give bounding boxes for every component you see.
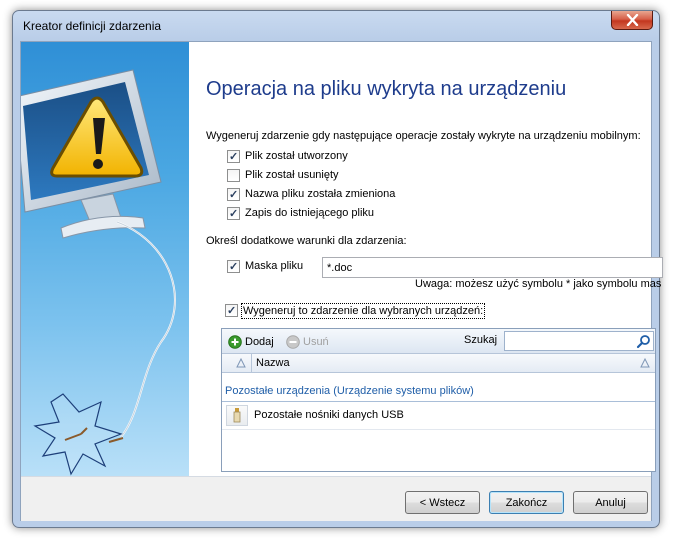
page-title: Operacja na pliku wykryta na urządzeniu — [206, 78, 567, 100]
checkbox-file-deleted[interactable] — [227, 169, 240, 182]
wizard-footer: < Wstecz Zakończ Anuluj — [21, 476, 651, 521]
search-label: Szukaj — [464, 334, 498, 346]
close-button[interactable] — [611, 11, 653, 30]
remove-icon — [286, 334, 300, 349]
remove-button[interactable]: Usuń — [286, 333, 329, 350]
add-button[interactable]: Dodaj — [228, 333, 274, 350]
file-mask-field[interactable] — [322, 257, 663, 278]
device-list-panel: Dodaj Usuń Szukaj Nazwa Pozostałe urządz… — [221, 328, 656, 472]
table-row[interactable]: Pozostałe nośniki danych USB — [222, 402, 655, 430]
checkbox-selected-devices[interactable]: ✓ — [225, 304, 238, 317]
checkbox-file-write-label[interactable]: Zapis do istniejącego pliku — [245, 207, 374, 219]
search-icon[interactable] — [636, 334, 651, 349]
checkbox-file-deleted-label[interactable]: Plik został usunięty — [245, 169, 339, 181]
remove-button-label: Usuń — [303, 335, 329, 348]
intro-text: Wygeneruj zdarzenie gdy następujące oper… — [206, 130, 641, 142]
checkbox-file-write[interactable]: ✓ — [227, 207, 240, 220]
window-title: Kreator definicji zdarzenia — [23, 19, 162, 33]
device-group-header[interactable]: Pozostałe urządzenia (Urządzenie systemu… — [222, 385, 655, 402]
checkbox-file-created-label[interactable]: Plik został utworzony — [245, 150, 348, 162]
column-header-name[interactable]: Nazwa — [256, 357, 290, 369]
sort-icon[interactable] — [640, 358, 650, 368]
file-mask-label[interactable]: Maska pliku — [245, 260, 303, 272]
wizard-client-area: Operacja na pliku wykryta na urządzeniu … — [20, 41, 663, 521]
checkbox-file-created[interactable]: ✓ — [227, 150, 240, 163]
search-field[interactable] — [504, 331, 654, 351]
search-input[interactable] — [505, 332, 633, 350]
mask-hint: Uwaga: możesz użyć symbolu * jako symbol… — [415, 278, 662, 290]
device-toolbar: Dodaj Usuń Szukaj — [222, 329, 655, 354]
close-icon — [626, 14, 638, 26]
file-mask-input[interactable] — [323, 258, 662, 277]
usb-drive-icon — [226, 405, 248, 426]
wizard-page: Operacja na pliku wykryta na urządzeniu … — [189, 42, 663, 476]
device-name: Pozostałe nośniki danych USB — [254, 409, 404, 421]
title-bar[interactable]: Kreator definicji zdarzenia — [13, 11, 659, 41]
add-button-label: Dodaj — [245, 335, 274, 348]
wizard-window: Kreator definicji zdarzenia Operacja na … — [12, 10, 663, 528]
sort-icon[interactable] — [236, 358, 246, 368]
add-icon — [228, 334, 242, 349]
device-table-header: Nazwa — [222, 354, 655, 373]
checkbox-file-renamed-label[interactable]: Nazwa pliku została zmieniona — [245, 188, 395, 200]
back-button[interactable]: < Wstecz — [405, 491, 480, 514]
finish-button[interactable]: Zakończ — [489, 491, 564, 514]
cancel-button[interactable]: Anuluj — [573, 491, 648, 514]
checkbox-file-mask[interactable]: ✓ — [227, 260, 240, 273]
selected-devices-label[interactable]: Wygeneruj to zdarzenie dla wybranych urz… — [241, 303, 486, 319]
wizard-side-illustration — [21, 42, 189, 476]
checkbox-file-renamed[interactable]: ✓ — [227, 188, 240, 201]
conditions-label: Określ dodatkowe warunki dla zdarzenia: — [206, 235, 407, 247]
